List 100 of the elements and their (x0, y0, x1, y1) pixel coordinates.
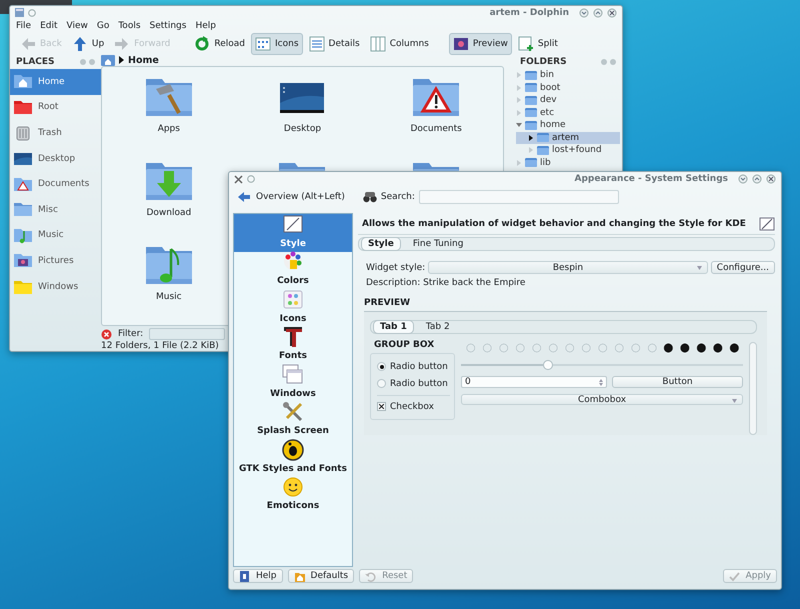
minimize-button-icon[interactable] (738, 174, 748, 184)
file-label[interactable]: Desktop (284, 124, 322, 134)
radio-button[interactable] (377, 379, 386, 388)
file-label[interactable]: Apps (158, 124, 180, 134)
module-description: Allows the manipulation of widget behavior and changing the Style for KDE (362, 218, 746, 228)
configure-button[interactable]: Configure... (710, 261, 775, 274)
places-item[interactable]: Documents (10, 171, 101, 197)
folder-icon (525, 70, 537, 80)
toolbar-button[interactable]: Preview (448, 32, 512, 54)
minimize-button-icon[interactable] (579, 8, 589, 18)
category-item[interactable]: Style (234, 214, 352, 252)
search-field[interactable] (418, 190, 619, 204)
image-icon (452, 36, 469, 52)
toolbar-button[interactable]: Details (304, 32, 364, 54)
tree-item[interactable]: dev (516, 94, 620, 106)
places-item[interactable]: Desktop (10, 146, 101, 172)
tab[interactable]: Fine Tuning (406, 238, 470, 250)
window-title: artem - Dolphin (490, 8, 569, 18)
places-item[interactable]: Music (10, 222, 101, 248)
float-button[interactable] (80, 58, 86, 64)
places-item[interactable]: Misc (10, 196, 101, 223)
home-folder-icon (13, 73, 33, 90)
tree-item[interactable]: artem (516, 132, 620, 144)
close-icon[interactable] (607, 8, 617, 18)
tab[interactable]: Style (361, 237, 401, 251)
menu-item[interactable]: Go (96, 21, 110, 31)
category-item[interactable]: Emoticons (234, 476, 352, 514)
places-item[interactable]: Root (10, 94, 101, 120)
category-item[interactable]: Splash Screen (234, 402, 352, 439)
tab[interactable]: Tab 2 (420, 321, 456, 333)
places-item[interactable]: Home (10, 69, 101, 95)
tree-item[interactable]: etc (516, 106, 620, 119)
help-button[interactable]: Help (233, 569, 283, 583)
combobox[interactable]: Combobox (461, 394, 743, 405)
folder-icon (537, 133, 549, 142)
close-button[interactable] (89, 58, 95, 64)
radio-label: Radio button (390, 362, 448, 372)
arrow-right-icon (114, 36, 130, 52)
file-label[interactable]: Documents (410, 124, 462, 134)
tools-icon (281, 400, 305, 424)
toolbar-button[interactable]: Icons (251, 32, 303, 54)
tab[interactable]: Tab 1 (373, 320, 414, 334)
file-label[interactable]: Music (156, 292, 182, 302)
folder-icon (13, 201, 33, 218)
binoculars-icon (362, 191, 377, 203)
toolbar-button[interactable]: Up (68, 32, 108, 54)
push-button[interactable]: Button (612, 376, 743, 388)
toolbar-button[interactable]: Columns (366, 32, 433, 54)
file-label[interactable]: Download (146, 208, 192, 218)
radio-button[interactable] (377, 362, 386, 371)
scrollbar[interactable] (749, 342, 757, 435)
list-view-icon (308, 36, 325, 52)
folder-icon (525, 158, 537, 168)
tree-item[interactable]: boot (516, 82, 620, 94)
spin-arrows-icon (599, 378, 603, 386)
menu-item[interactable]: File (16, 21, 32, 31)
reload-icon (194, 36, 210, 52)
category-item[interactable]: Fonts (234, 326, 352, 364)
places-item[interactable]: Pictures (10, 248, 101, 274)
checkbox[interactable] (377, 402, 386, 411)
slider-handle[interactable] (543, 360, 554, 370)
home-folder-icon (294, 570, 305, 582)
maximize-button-icon[interactable] (593, 8, 603, 18)
caret-icon (119, 56, 124, 64)
category-item[interactable]: Windows (234, 364, 352, 402)
tree-item[interactable]: home (516, 119, 620, 132)
folder-icon (13, 98, 33, 116)
category-item[interactable]: GTK Styles and Fonts (234, 439, 352, 476)
icon-grid-icon (255, 36, 271, 52)
breadcrumb-item[interactable]: Home (128, 54, 159, 66)
widget-style-combobox[interactable]: Bespin (428, 261, 708, 274)
maximize-button-icon[interactable] (752, 174, 762, 184)
overview-button[interactable]: Overview (Alt+Left) (237, 191, 345, 203)
tree-item[interactable]: bin (516, 69, 620, 82)
toolbar-button[interactable]: Split (514, 32, 562, 54)
menu-item[interactable]: View (66, 21, 88, 31)
toolbar-button[interactable]: Reload (190, 32, 249, 54)
tree-item[interactable]: lost+found (516, 144, 620, 156)
places-item[interactable]: Windows (10, 274, 101, 300)
windows-stack-icon (281, 362, 305, 386)
menu-item[interactable]: Tools (118, 21, 141, 31)
clear-icon (101, 328, 112, 340)
category-item[interactable]: Icons (234, 289, 352, 326)
places-item[interactable]: Trash (10, 120, 101, 146)
close-button[interactable] (610, 58, 616, 64)
menu-item[interactable]: Edit (40, 21, 58, 31)
undo-icon (365, 570, 376, 582)
menu-item[interactable]: Help (195, 21, 216, 31)
category-item[interactable]: Colors (234, 252, 352, 289)
help-book-icon (239, 570, 250, 582)
float-button[interactable] (601, 58, 607, 64)
spin-box[interactable]: 0 (461, 376, 607, 388)
section-title: PREVIEW (364, 298, 412, 308)
close-icon[interactable] (766, 174, 776, 184)
arrow-left-icon (237, 191, 251, 203)
slider[interactable] (461, 360, 743, 370)
menu-item[interactable]: Settings (150, 21, 186, 31)
defaults-button[interactable]: Defaults (288, 569, 354, 583)
tree-item[interactable]: lib (516, 156, 620, 169)
filter-field[interactable] (149, 328, 226, 340)
